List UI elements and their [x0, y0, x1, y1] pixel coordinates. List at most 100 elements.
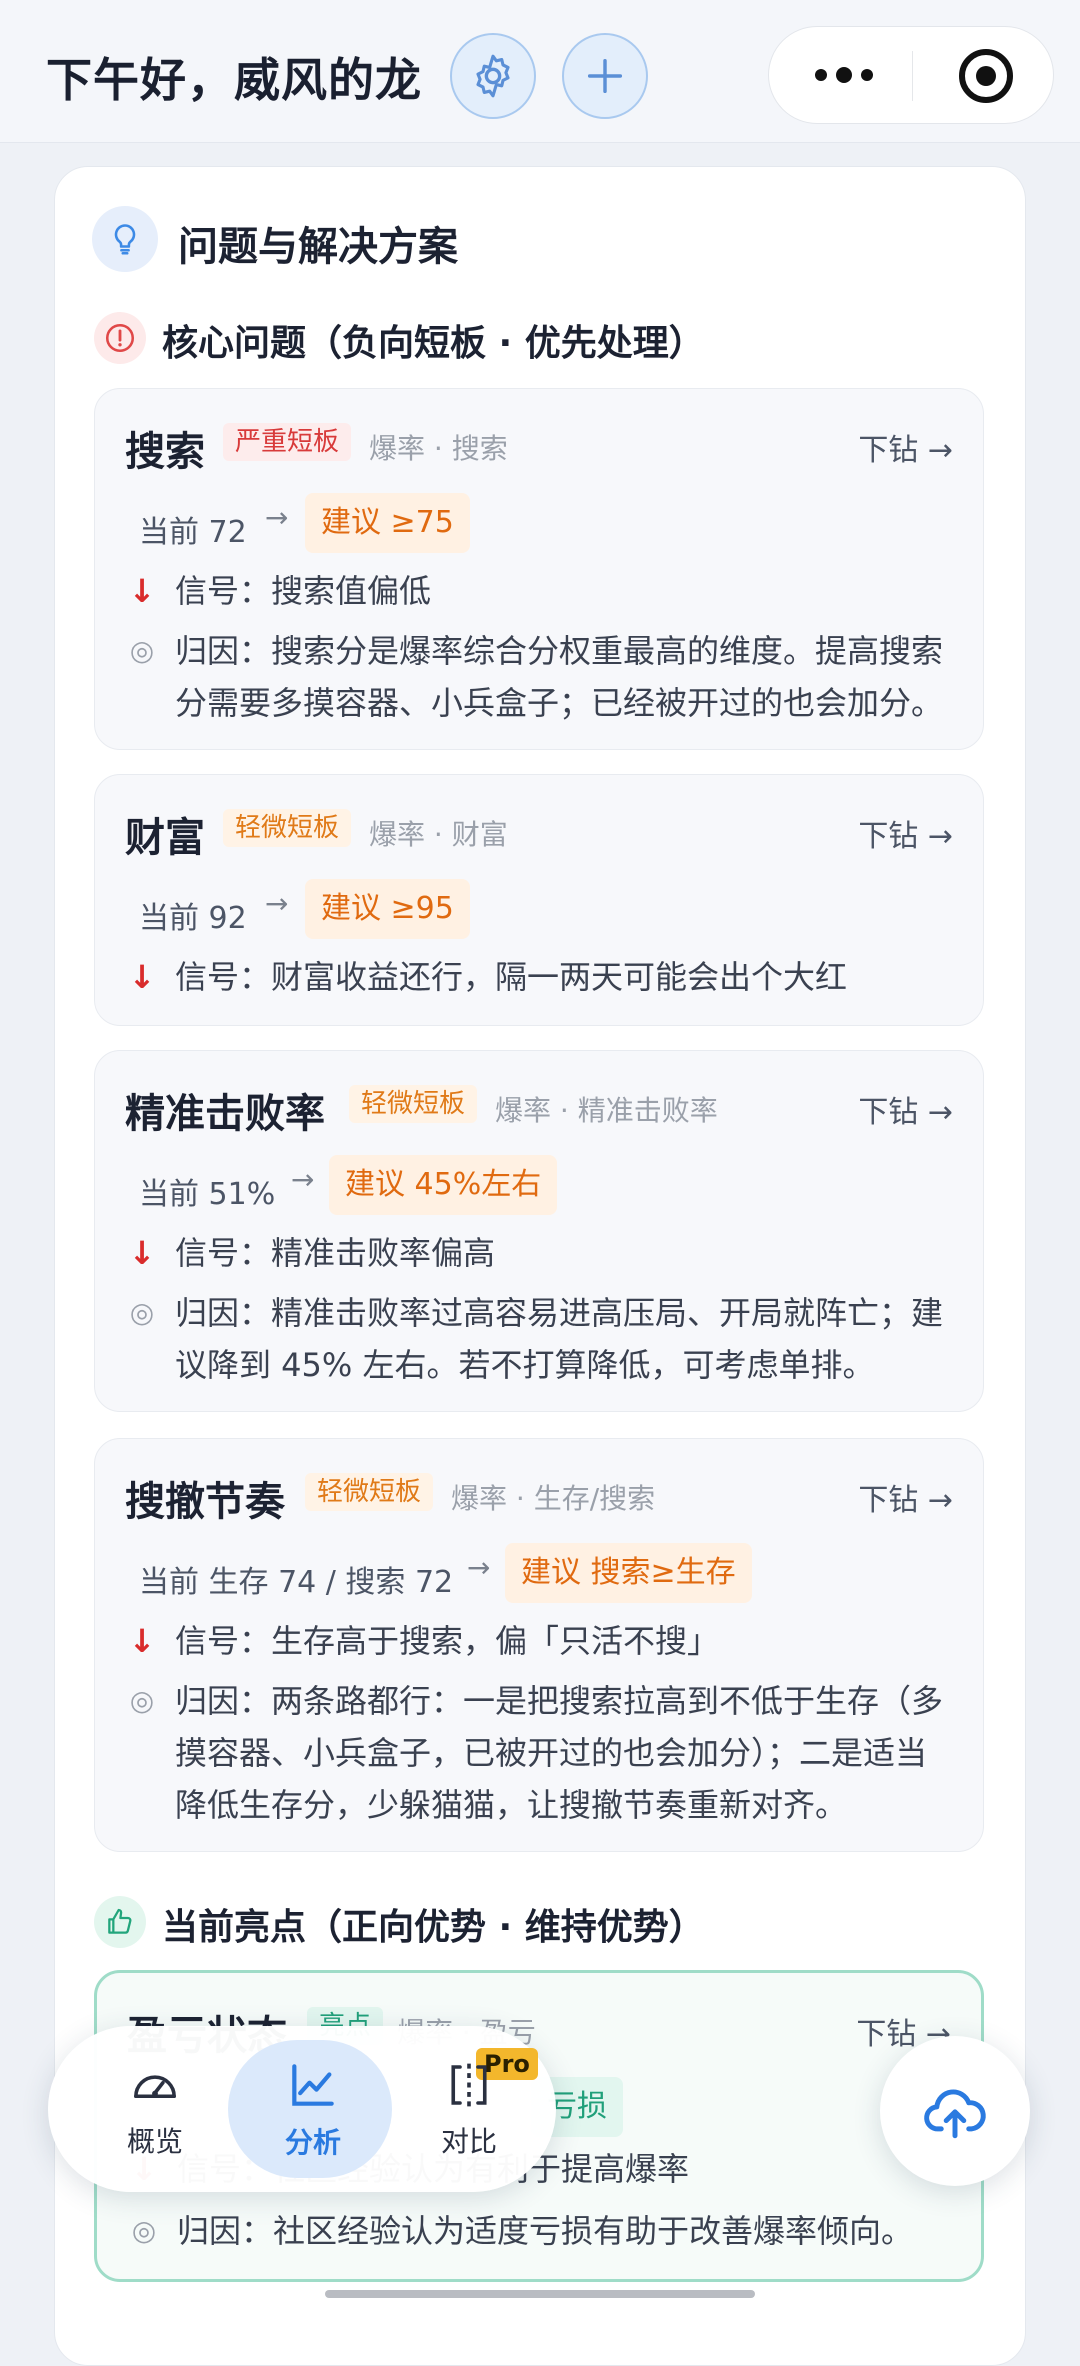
more-menu-icon[interactable]: [809, 55, 879, 95]
alert-icon: [94, 312, 146, 364]
cause-icon: ◎: [129, 1684, 155, 1717]
home-indicator[interactable]: [325, 2290, 755, 2298]
signal-text: 搜索值偏低: [271, 572, 432, 610]
close-target-icon[interactable]: [959, 49, 1013, 103]
current-value: 当前 51%: [139, 1169, 275, 1213]
core-problems-title: 核心问题（负向短板 · 优先处理）: [162, 323, 705, 364]
current-number: 72: [208, 515, 247, 550]
cause-row: ◎ 归因：两条路都行：一是把搜索拉高到不低于生存（多摸容器、小兵盒子，已被开过的…: [125, 1675, 957, 1831]
signal-row: ↓ 信号：财富收益还行，隔一两天可能会出个大红: [125, 951, 957, 1003]
card-breadcrumb: 爆率 · 生存/搜索: [451, 1482, 656, 1515]
current-number: 生存 74 / 搜索 72: [208, 1565, 454, 1600]
card-name: 财富: [125, 815, 205, 861]
cause-row: ◎ 归因：搜索分是爆率综合分权重最高的维度。提高搜索分需要多摸容器、小兵盒子；已…: [125, 625, 957, 729]
arrow-right-icon: →: [265, 501, 289, 534]
card-breadcrumb: 爆率 · 精准击败率: [495, 1094, 718, 1127]
problem-card-search[interactable]: 搜索 严重短板 爆率 · 搜索 下钻 → 当前 72 → 建议 ≥75 ↓ 信号…: [94, 388, 984, 750]
card-name: 搜索: [125, 429, 205, 475]
nav-label: 分析: [284, 2126, 341, 2159]
cause-row: ◎ 归因：社区经验认为适度亏损有助于改善爆率倾向。: [127, 2205, 955, 2257]
arrow-right-icon: →: [291, 1163, 315, 1196]
down-arrow-icon: ↓: [128, 572, 156, 610]
drill-down-link[interactable]: 下钻 →: [858, 811, 953, 855]
severity-tag: 严重短板: [223, 423, 352, 461]
arrow-right-icon: →: [467, 1551, 491, 1584]
cause-text: 两条路都行：一是把搜索拉高到不低于生存（多摸容器、小兵盒子，已被开过的也会加分）…: [175, 1682, 944, 1824]
nav-label: 概览: [126, 2125, 183, 2158]
card-name: 搜撤节奏: [125, 1479, 285, 1525]
signal-text: 财富收益还行，隔一两天可能会出个大红: [271, 958, 848, 996]
current-label: 当前: [139, 1565, 199, 1600]
signal-row: ↓ 信号：精准击败率偏高: [125, 1227, 957, 1279]
cause-label: 归因：: [175, 1682, 272, 1720]
cause-label: 归因：: [175, 632, 272, 670]
down-arrow-icon: ↓: [128, 958, 156, 996]
cause-text: 搜索分是爆率综合分权重最高的维度。提高搜索分需要多摸容器、小兵盒子；已经被开过的…: [175, 632, 944, 722]
bottom-nav: 概览 分析 Pro 对比: [48, 2026, 556, 2192]
greeting-title: 下午好，威风的龙: [46, 53, 422, 107]
highlights-title: 当前亮点（正向优势 · 维持优势）: [162, 1907, 705, 1948]
signal-text: 生存高于搜索，偏「只活不搜」: [271, 1622, 720, 1660]
current-label: 当前: [139, 1177, 199, 1212]
capsule-divider: [912, 51, 913, 101]
cause-label: 归因：: [177, 2212, 274, 2250]
line-chart-icon: [292, 2064, 334, 2106]
cloud-upload-icon: [924, 2089, 986, 2139]
drill-down-link[interactable]: 下钻 →: [858, 1475, 953, 1519]
down-arrow-icon: ↓: [128, 1234, 156, 1272]
nav-overview[interactable]: 概览: [80, 2026, 230, 2192]
cause-icon: ◎: [131, 2214, 157, 2247]
card-breadcrumb: 爆率 · 搜索: [369, 432, 508, 465]
nav-analysis[interactable]: 分析: [228, 2026, 392, 2192]
suggestion-badge: 建议 ≥75: [305, 493, 470, 553]
top-bar: 下午好，威风的龙: [0, 0, 1080, 143]
lightbulb-icon: [92, 206, 158, 272]
cause-text: 精准击败率过高容易进高压局、开局就阵亡；建议降到 45% 左右。若不打算降低，可…: [175, 1294, 944, 1384]
upload-button[interactable]: [880, 2036, 1030, 2186]
signal-row: ↓ 信号：生存高于搜索，偏「只活不搜」: [125, 1615, 957, 1667]
drill-down-link[interactable]: 下钻 →: [858, 425, 953, 469]
signal-text: 精准击败率偏高: [271, 1234, 496, 1272]
signal-label: 信号：: [175, 1622, 272, 1660]
current-label: 当前: [139, 901, 199, 936]
cause-row: ◎ 归因：精准击败率过高容易进高压局、开局就阵亡；建议降到 45% 左右。若不打…: [125, 1287, 957, 1391]
problem-card-rhythm[interactable]: 搜撤节奏 轻微短板 爆率 · 生存/搜索 下钻 → 当前 生存 74 / 搜索 …: [94, 1438, 984, 1852]
nav-label: 对比: [440, 2125, 497, 2158]
suggestion-badge: 建议 45%左右: [329, 1155, 558, 1215]
cause-icon: ◎: [129, 1296, 155, 1329]
cause-text: 社区经验认为适度亏损有助于改善爆率倾向。: [273, 2212, 914, 2250]
drill-down-link[interactable]: 下钻 →: [858, 1087, 953, 1131]
arrow-right-icon: →: [265, 887, 289, 920]
current-value: 当前 72: [139, 507, 247, 551]
panel-title: 问题与解决方案: [178, 224, 458, 270]
suggestion-badge: 建议 ≥95: [305, 879, 470, 939]
gear-icon: [476, 54, 510, 98]
cause-icon: ◎: [129, 634, 155, 667]
severity-tag: 轻微短板: [349, 1085, 478, 1123]
current-number: 51%: [208, 1177, 276, 1212]
problem-card-wealth[interactable]: 财富 轻微短板 爆率 · 财富 下钻 → 当前 92 → 建议 ≥95 ↓ 信号…: [94, 774, 984, 1026]
card-name: 精准击败率: [125, 1091, 325, 1137]
signal-label: 信号：: [175, 958, 272, 996]
suggestion-badge: 建议 搜索≥生存: [505, 1543, 752, 1603]
card-breadcrumb: 爆率 · 财富: [369, 818, 508, 851]
signal-row: ↓ 信号：搜索值偏低: [125, 565, 957, 617]
severity-tag: 轻微短板: [305, 1473, 434, 1511]
settings-button[interactable]: [450, 33, 536, 119]
nav-compare[interactable]: Pro 对比: [394, 2026, 544, 2192]
mini-program-capsule: [768, 26, 1054, 124]
current-value: 当前 生存 74 / 搜索 72: [139, 1557, 453, 1601]
problem-card-precision[interactable]: 精准击败率 轻微短板 爆率 · 精准击败率 下钻 → 当前 51% → 建议 4…: [94, 1050, 984, 1412]
add-button[interactable]: [562, 33, 648, 119]
severity-tag: 轻微短板: [223, 809, 352, 847]
compare-icon: [451, 2063, 487, 2107]
signal-label: 信号：: [175, 1234, 272, 1272]
current-label: 当前: [139, 515, 199, 550]
signal-label: 信号：: [175, 572, 272, 610]
cause-label: 归因：: [175, 1294, 272, 1332]
thumbs-up-icon: [94, 1896, 146, 1948]
current-value: 当前 92: [139, 893, 247, 937]
plus-icon: [587, 58, 623, 94]
down-arrow-icon: ↓: [128, 1622, 156, 1660]
gauge-icon: [134, 2075, 176, 2099]
